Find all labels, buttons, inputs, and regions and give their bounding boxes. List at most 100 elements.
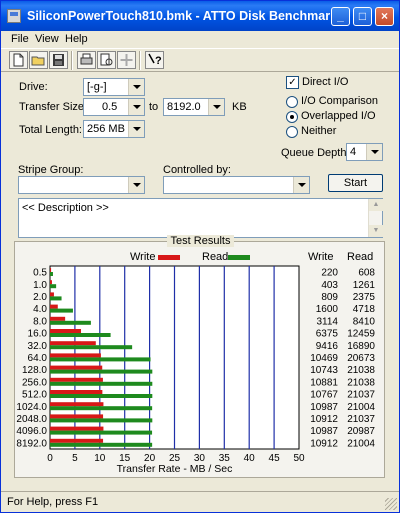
to-label: to (149, 101, 159, 113)
scroll-up-icon[interactable]: ▲ (369, 199, 383, 211)
overlapped-io-label: Overlapped I/O (301, 110, 376, 122)
x-tick-label: 45 (269, 453, 281, 464)
start-button[interactable]: Start (328, 174, 383, 192)
read-bar (50, 333, 111, 337)
read-value: 21038 (347, 377, 375, 388)
drive-value: [-g-] (87, 81, 107, 93)
chevron-down-icon[interactable] (208, 99, 224, 115)
write-bar (50, 329, 82, 333)
write-bar (50, 292, 54, 297)
maximize-button[interactable]: □ (353, 7, 372, 26)
minimize-button[interactable]: _ (331, 7, 350, 26)
status-bar: For Help, press F1 (1, 491, 399, 512)
y-tick-label: 4096.0 (16, 426, 47, 437)
queue-depth-value: 4 (350, 146, 357, 158)
chevron-down-icon[interactable] (128, 79, 144, 95)
transfer-size-from-select[interactable]: 0.5 (83, 98, 145, 116)
write-value: 10912 (310, 414, 338, 425)
read-value: 608 (358, 268, 375, 279)
write-value: 1600 (316, 304, 339, 315)
read-value: 20673 (347, 353, 375, 364)
write-value: 10469 (310, 353, 338, 364)
overlapped-io-radio[interactable] (286, 111, 298, 123)
chevron-down-icon[interactable] (293, 177, 309, 193)
close-button[interactable]: × (375, 7, 394, 26)
queue-depth-select[interactable]: 4 (346, 143, 383, 161)
write-bar (50, 280, 52, 285)
transfer-size-to-select[interactable]: 8192.0 (163, 98, 225, 116)
drive-select[interactable]: [-g-] (83, 78, 145, 96)
y-tick-label: 1024.0 (16, 402, 47, 413)
x-tick-label: 10 (94, 453, 106, 464)
x-axis-label: Transfer Rate - MB / Sec (117, 463, 233, 475)
read-bar (50, 284, 57, 289)
write-value: 10881 (310, 377, 338, 388)
write-bar (50, 365, 103, 370)
menu-view[interactable]: View (35, 33, 59, 45)
controlled-by-label: Controlled by: (163, 164, 231, 176)
write-value: 809 (321, 292, 338, 303)
total-length-label: Total Length: (19, 124, 82, 136)
chevron-down-icon[interactable] (366, 144, 382, 160)
write-value: 10912 (310, 438, 338, 449)
read-value: 16890 (347, 341, 375, 352)
description-textarea[interactable]: << Description >> ▲ ▼ (18, 198, 383, 238)
write-value: 3114 (316, 316, 338, 327)
y-tick-label: 2.0 (33, 292, 47, 303)
toolbar-separator (139, 51, 141, 70)
direct-io-checkbox[interactable]: ✓ (286, 76, 299, 89)
help-icon[interactable]: ? (145, 51, 164, 69)
transfer-rate-chart: 0 5 10 15 20 25 30 35 40 45 50Transfer Rate - MB /… (16, 265, 376, 475)
read-value: 21004 (347, 402, 375, 413)
write-bar (50, 390, 103, 394)
description-text: << Description >> (22, 202, 109, 214)
total-length-select[interactable]: 256 MB (83, 120, 145, 138)
menu-file[interactable]: File (11, 33, 29, 45)
y-tick-label: 128.0 (22, 365, 47, 376)
y-tick-label: 0.5 (33, 268, 47, 279)
neither-radio[interactable] (286, 126, 298, 138)
app-icon (7, 9, 21, 23)
print-preview-icon[interactable] (97, 51, 116, 69)
app-window: SiliconPowerTouch810.bmk - ATTO Disk Ben… (0, 0, 400, 513)
read-bar (50, 357, 151, 362)
y-tick-label: 32.0 (28, 341, 48, 352)
transfer-size-label: Transfer Size: (19, 101, 88, 113)
write-value: 6375 (316, 329, 339, 340)
write-bar (50, 316, 66, 321)
resize-grip-icon[interactable] (385, 498, 397, 510)
status-text: For Help, press F1 (7, 496, 99, 508)
read-bar (50, 320, 91, 325)
title-bar[interactable]: SiliconPowerTouch810.bmk - ATTO Disk Ben… (1, 1, 399, 31)
save-disk-icon[interactable] (49, 51, 68, 69)
write-bar (50, 304, 58, 309)
move-icon[interactable] (117, 51, 136, 69)
stripe-group-label: Stripe Group: (18, 164, 84, 176)
svg-text:?: ? (155, 55, 162, 67)
read-value: 21004 (347, 438, 375, 449)
io-comparison-radio[interactable] (286, 96, 298, 108)
chevron-down-icon[interactable] (128, 121, 144, 137)
test-results-panel: Test Results Write Read Write Read 0 5 10 1… (14, 235, 385, 478)
stripe-group-select[interactable] (18, 176, 145, 194)
y-tick-label: 8.0 (33, 316, 47, 327)
print-icon[interactable] (77, 51, 96, 69)
write-value: 403 (321, 280, 338, 291)
chevron-down-icon[interactable] (128, 99, 144, 115)
drive-label: Drive: (19, 81, 48, 93)
read-value: 8410 (353, 316, 376, 327)
write-value: 220 (321, 268, 338, 279)
write-bar (50, 414, 104, 419)
direct-io-label: Direct I/O (302, 76, 349, 88)
description-scrollbar[interactable]: ▲ ▼ (368, 199, 383, 237)
read-value: 20987 (347, 426, 375, 437)
read-value: 2375 (353, 292, 376, 303)
new-file-icon[interactable] (9, 51, 28, 69)
x-tick-label: 5 (72, 453, 78, 464)
controlled-by-select[interactable] (163, 176, 310, 194)
read-bar (50, 418, 153, 423)
chevron-down-icon[interactable] (128, 177, 144, 193)
open-folder-icon[interactable] (29, 51, 48, 69)
read-bar (50, 442, 153, 447)
menu-help[interactable]: Help (65, 33, 88, 45)
